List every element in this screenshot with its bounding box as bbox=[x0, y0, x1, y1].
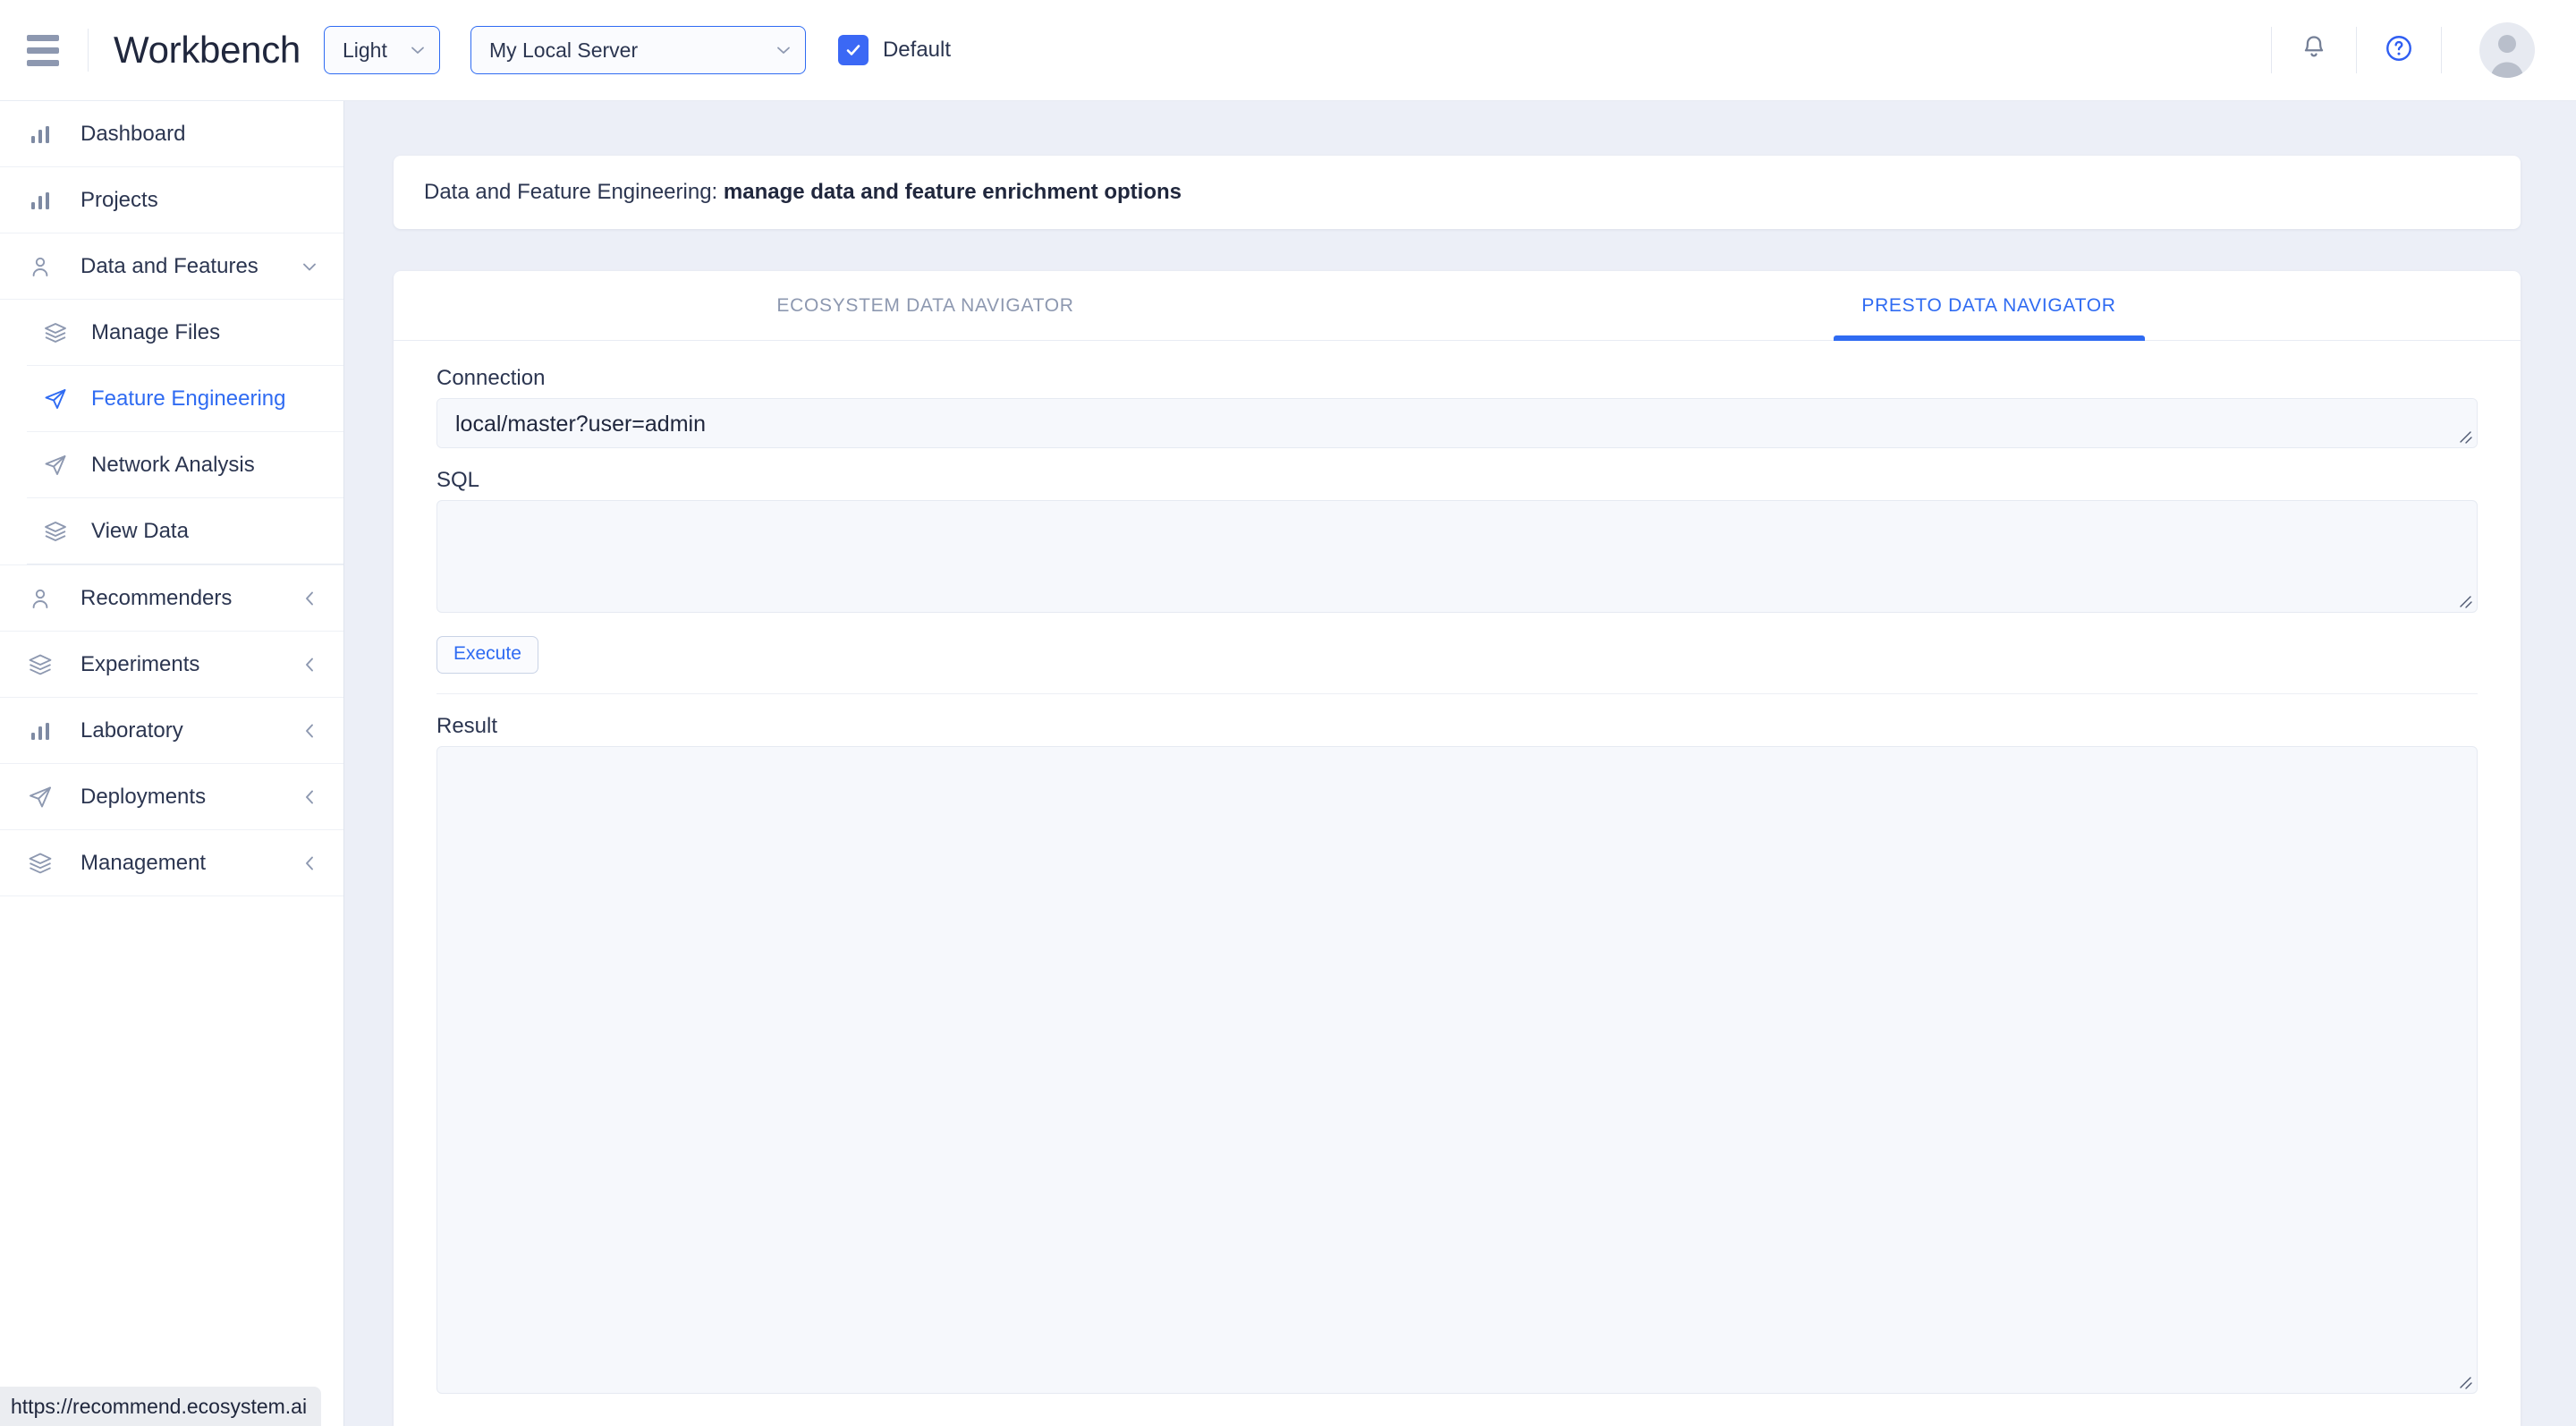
question-circle-icon bbox=[2384, 33, 2414, 68]
bar-chart-icon bbox=[27, 121, 63, 148]
sidebar-item-recommenders[interactable]: Recommenders bbox=[0, 565, 343, 632]
sidebar-item-management[interactable]: Management bbox=[0, 830, 343, 896]
layers-icon bbox=[43, 519, 75, 544]
server-select-value: My Local Server bbox=[489, 38, 775, 63]
sql-input[interactable] bbox=[436, 500, 2478, 613]
server-select[interactable]: My Local Server bbox=[470, 26, 806, 74]
sql-label: SQL bbox=[436, 468, 2478, 493]
sidebar-item-manage-files[interactable]: Manage Files bbox=[27, 300, 343, 366]
chevron-left-icon[interactable] bbox=[299, 588, 320, 609]
tab-bar: ECOSYSTEM DATA NAVIGATOR PRESTO DATA NAV… bbox=[394, 271, 2521, 341]
sql-field-wrapper bbox=[436, 500, 2478, 613]
page-title: Data and Feature Engineering: manage dat… bbox=[424, 180, 1182, 205]
result-field-wrapper bbox=[436, 746, 2478, 1394]
sidebar-item-network-analysis[interactable]: Network Analysis bbox=[27, 432, 343, 498]
header-divider bbox=[88, 29, 89, 72]
bell-icon bbox=[2299, 33, 2329, 68]
chevron-left-icon[interactable] bbox=[299, 654, 320, 675]
chevron-left-icon[interactable] bbox=[299, 720, 320, 742]
tab-ecosystem-data-navigator[interactable]: ECOSYSTEM DATA NAVIGATOR bbox=[394, 271, 1457, 340]
main-content-area: Data and Feature Engineering: manage dat… bbox=[344, 101, 2576, 1426]
sidebar-item-view-data[interactable]: View Data bbox=[27, 498, 343, 564]
user-icon bbox=[27, 585, 63, 612]
theme-select-value: Light bbox=[343, 38, 409, 63]
navigator-panel: ECOSYSTEM DATA NAVIGATOR PRESTO DATA NAV… bbox=[394, 271, 2521, 1426]
sidebar-subitem-label: View Data bbox=[91, 519, 189, 544]
sidebar-item-label: Deployments bbox=[80, 785, 206, 810]
layers-icon bbox=[27, 651, 63, 678]
sidebar-subgroup-data-and-features: Manage Files Feature Engineering Network… bbox=[0, 300, 343, 565]
sidebar-item-label: Laboratory bbox=[80, 718, 183, 743]
sidebar-item-dashboard[interactable]: Dashboard bbox=[0, 101, 343, 167]
chevron-left-icon[interactable] bbox=[299, 786, 320, 808]
connection-field-wrapper bbox=[436, 398, 2478, 448]
help-button[interactable] bbox=[2357, 23, 2441, 77]
bar-chart-icon bbox=[27, 187, 63, 214]
status-url: https://recommend.ecosystem.ai bbox=[11, 1395, 307, 1419]
result-label: Result bbox=[436, 714, 2478, 739]
app-title: Workbench bbox=[114, 29, 301, 72]
connection-label: Connection bbox=[436, 366, 2478, 391]
notifications-button[interactable] bbox=[2272, 23, 2356, 77]
chevron-down-icon bbox=[409, 41, 427, 59]
send-icon bbox=[27, 784, 63, 811]
execute-button[interactable]: Execute bbox=[436, 636, 538, 674]
sidebar-subitem-label: Network Analysis bbox=[91, 453, 255, 478]
sidebar-navigation: Dashboard Projects Data and Features Man… bbox=[0, 101, 344, 1426]
sidebar-item-label: Dashboard bbox=[80, 122, 185, 147]
send-icon bbox=[43, 453, 75, 478]
sidebar-item-label: Recommenders bbox=[80, 586, 232, 611]
layers-icon bbox=[43, 320, 75, 345]
sidebar-item-label: Experiments bbox=[80, 652, 199, 677]
sidebar-item-laboratory[interactable]: Laboratory bbox=[0, 698, 343, 764]
chevron-down-icon[interactable] bbox=[299, 256, 320, 277]
default-checkbox[interactable]: Default bbox=[838, 35, 951, 65]
sidebar-item-feature-engineering[interactable]: Feature Engineering bbox=[27, 366, 343, 432]
sidebar-subitem-label: Feature Engineering bbox=[91, 386, 285, 412]
hamburger-menu-icon[interactable] bbox=[27, 30, 68, 70]
result-block: Result bbox=[436, 714, 2478, 1394]
chevron-left-icon[interactable] bbox=[299, 853, 320, 874]
header-actions bbox=[2271, 0, 2576, 100]
check-icon bbox=[843, 40, 863, 60]
avatar[interactable] bbox=[2479, 22, 2535, 78]
tab-presto-data-navigator[interactable]: PRESTO DATA NAVIGATOR bbox=[1457, 271, 2521, 340]
status-bar: https://recommend.ecosystem.ai bbox=[0, 1387, 321, 1426]
checkbox-checked-box[interactable] bbox=[838, 35, 869, 65]
sidebar-item-label: Projects bbox=[80, 188, 158, 213]
page-title-prefix: Data and Feature Engineering: bbox=[424, 180, 724, 204]
sidebar-item-experiments[interactable]: Experiments bbox=[0, 632, 343, 698]
top-header-bar: Workbench Light My Local Server Default bbox=[0, 0, 2576, 101]
sidebar-subitem-label: Manage Files bbox=[91, 320, 220, 345]
page-title-card: Data and Feature Engineering: manage dat… bbox=[394, 156, 2521, 229]
sidebar-item-projects[interactable]: Projects bbox=[0, 167, 343, 233]
result-output[interactable] bbox=[436, 746, 2478, 1394]
send-icon bbox=[43, 386, 75, 412]
chevron-down-icon bbox=[775, 41, 792, 59]
bar-chart-icon bbox=[27, 717, 63, 744]
sidebar-item-deployments[interactable]: Deployments bbox=[0, 764, 343, 830]
presto-query-form: Connection SQL Execute Result bbox=[394, 341, 2521, 1394]
execute-row: Execute bbox=[436, 636, 2478, 694]
page-title-emphasis: manage data and feature enrichment optio… bbox=[724, 180, 1182, 204]
sidebar-item-label: Management bbox=[80, 851, 206, 876]
theme-select[interactable]: Light bbox=[324, 26, 440, 74]
layers-icon bbox=[27, 850, 63, 877]
user-avatar-icon bbox=[2479, 22, 2535, 78]
avatar-container[interactable] bbox=[2442, 22, 2535, 78]
user-icon bbox=[27, 253, 63, 280]
connection-input[interactable] bbox=[436, 398, 2478, 448]
default-checkbox-label: Default bbox=[883, 38, 951, 63]
sidebar-item-data-and-features[interactable]: Data and Features bbox=[0, 233, 343, 300]
sidebar-item-label: Data and Features bbox=[80, 254, 258, 279]
